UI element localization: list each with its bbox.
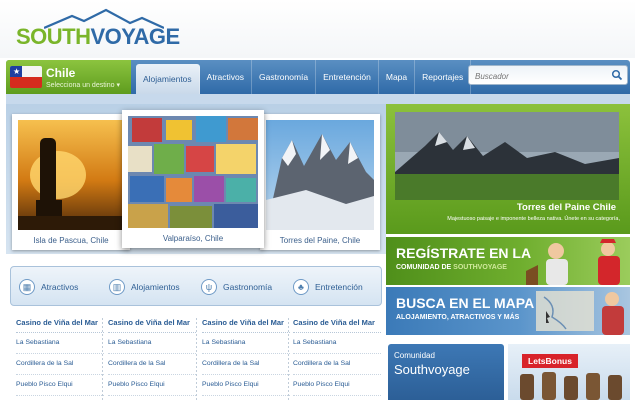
gallery-caption: Valparaíso, Chile <box>162 234 224 243</box>
page: SOUTHVOYAGE ★ Chile Selecciona un destin… <box>0 0 635 400</box>
column-title[interactable]: Casino de Viña del Mar <box>202 318 290 333</box>
header: SOUTHVOYAGE <box>0 0 635 58</box>
moai-illustration-icon <box>520 372 622 400</box>
column-title[interactable]: Casino de Viña del Mar <box>108 318 196 333</box>
tab-mapa[interactable]: Mapa <box>379 60 416 94</box>
tab-alojamientos[interactable]: Alojamientos <box>136 64 200 94</box>
category-alojamientos[interactable]: ▥ Alojamientos <box>109 277 180 297</box>
register-banner[interactable]: REGÍSTRATE EN LA COMUNIDAD DE SOUTHVOYAG… <box>386 237 630 285</box>
list-item[interactable]: Cordillera de la Sal <box>293 354 381 375</box>
list-column: Casino de Viña del Mar La Sebastiana Cor… <box>16 318 104 396</box>
country-name: Chile <box>46 66 76 80</box>
column-divider <box>102 318 103 400</box>
gallery-card-torres[interactable]: Torres del Paine, Chile <box>260 114 380 250</box>
nav-tabs: Alojamientos Atractivos Gastronomía Entr… <box>136 60 472 94</box>
column-title[interactable]: Casino de Viña del Mar <box>16 318 104 333</box>
category-entretencion[interactable]: ♣ Entretención <box>293 277 363 297</box>
search-box <box>468 65 628 85</box>
register-banner-title: REGÍSTRATE EN LA <box>396 245 532 261</box>
list-column: Casino de Viña del Mar La Sebastiana Cor… <box>202 318 290 396</box>
gallery-card-valparaiso[interactable]: Valparaíso, Chile <box>122 110 264 248</box>
map-illustration-icon <box>536 291 624 335</box>
list-item[interactable]: Cordillera de la Sal <box>108 354 196 375</box>
site-logo[interactable]: SOUTHVOYAGE <box>14 8 180 52</box>
list-item[interactable]: La Sebastiana <box>16 333 104 354</box>
search-icon[interactable] <box>611 69 623 81</box>
tab-reportajes[interactable]: Reportajes <box>415 60 472 94</box>
map-search-banner[interactable]: BUSCA EN EL MAPA ALOJAMIENTO, ATRACTIVOS… <box>386 287 630 335</box>
column-divider <box>196 318 197 400</box>
community-title: Southvoyage <box>394 362 470 377</box>
featured-destination[interactable]: Torres del Paine Chile Majestuoso paisaj… <box>386 104 630 234</box>
map-banner-subtitle: ALOJAMIENTO, ATRACTIVOS Y MÁS <box>396 314 520 321</box>
nav-band <box>6 94 630 104</box>
building-icon: ▥ <box>109 279 125 295</box>
tab-atractivos[interactable]: Atractivos <box>200 60 252 94</box>
community-box[interactable]: Comunidad Southvoyage <box>388 344 504 400</box>
list-item[interactable]: Pueblo Pisco Elqui <box>16 375 104 396</box>
list-column: Casino de Viña del Mar La Sebastiana Cor… <box>108 318 196 396</box>
cutlery-icon: ψ <box>201 279 217 295</box>
featured-description: Majestuoso paisaje e imponente belleza n… <box>447 216 620 222</box>
letsbonus-box[interactable]: LetsBonus <box>508 344 630 400</box>
gallery-caption: Torres del Paine, Chile <box>279 236 361 245</box>
list-item[interactable]: La Sebastiana <box>108 333 196 354</box>
list-item[interactable]: Pueblo Pisco Elqui <box>293 375 381 396</box>
main-nav: ★ Chile Selecciona un destino ▾ Alojamie… <box>6 60 630 94</box>
travelers-illustration-icon <box>526 239 620 285</box>
letsbonus-badge: LetsBonus <box>522 354 578 368</box>
grid-icon: ▦ <box>19 279 35 295</box>
tab-gastronomia[interactable]: Gastronomía <box>252 60 317 94</box>
list-item[interactable]: Cordillera de la Sal <box>16 354 104 375</box>
logo-text: SOUTHVOYAGE <box>16 24 180 50</box>
search-input[interactable] <box>473 68 607 84</box>
logo-voyage: VOYAGE <box>90 24 181 49</box>
country-dropdown-label[interactable]: Selecciona un destino ▾ <box>46 81 120 89</box>
photo-gallery: Isla de Pascua, Chile Torres del Paine, … <box>6 104 386 254</box>
featured-photo <box>395 112 619 200</box>
list-item[interactable]: La Sebastiana <box>202 333 290 354</box>
list-item[interactable]: Pueblo Pisco Elqui <box>202 375 290 396</box>
featured-title: Torres del Paine Chile <box>516 202 616 213</box>
country-selector[interactable]: ★ Chile Selecciona un destino ▾ <box>6 60 131 94</box>
gallery-card-pascua[interactable]: Isla de Pascua, Chile <box>12 114 130 250</box>
valparaiso-photo <box>128 116 258 228</box>
category-gastronomia[interactable]: ψ Gastronomía <box>201 277 272 297</box>
category-bar: ▦ Atractivos ▥ Alojamientos ψ Gastronomí… <box>10 266 382 306</box>
torres-del-paine-photo <box>266 120 374 230</box>
community-label: Comunidad <box>394 351 435 360</box>
gallery-caption: Isla de Pascua, Chile <box>33 236 109 245</box>
column-title[interactable]: Casino de Viña del Mar <box>293 318 381 333</box>
list-item[interactable]: Cordillera de la Sal <box>202 354 290 375</box>
clover-icon: ♣ <box>293 279 309 295</box>
easter-island-photo <box>18 120 124 230</box>
list-item[interactable]: Pueblo Pisco Elqui <box>108 375 196 396</box>
register-banner-subtitle: COMUNIDAD DE SOUTHVOYAGE <box>396 264 507 271</box>
chile-flag-icon: ★ <box>10 66 42 88</box>
category-atractivos[interactable]: ▦ Atractivos <box>19 277 78 297</box>
list-item[interactable]: La Sebastiana <box>293 333 381 354</box>
map-banner-title: BUSCA EN EL MAPA <box>396 295 535 311</box>
logo-south: SOUTH <box>16 24 91 49</box>
tab-entretencion[interactable]: Entretención <box>316 60 379 94</box>
column-divider <box>288 318 289 400</box>
list-column: Casino de Viña del Mar La Sebastiana Cor… <box>293 318 381 396</box>
